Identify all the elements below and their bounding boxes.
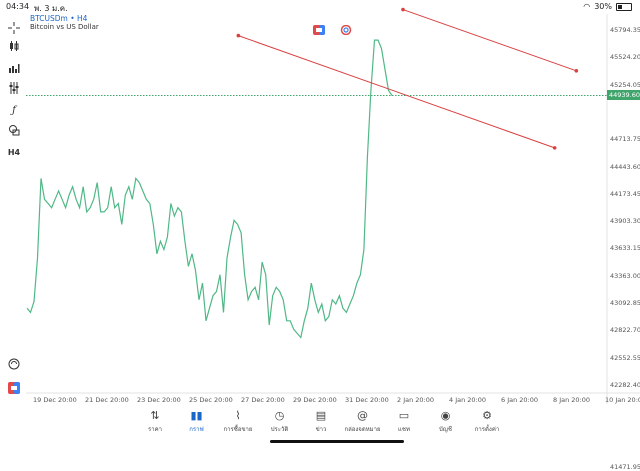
history-icon: ◷ (274, 409, 285, 422)
account-icon: ◉ (440, 409, 451, 422)
nav-mailbox[interactable]: @ กล่องจดหมาย (342, 408, 384, 434)
nav-label: บัญชี (439, 426, 452, 433)
time-tick-label: 31 Dec 20:00 (345, 396, 389, 404)
nav-label: ข่าว (315, 426, 327, 433)
current-price-label: 44939.60 (607, 90, 640, 101)
nav-quotes[interactable]: ⇅ ราคา (134, 408, 176, 434)
price-tick-label: 43363.00 (610, 271, 640, 280)
trendline[interactable] (238, 35, 555, 149)
trade-icon: ⌇ (235, 409, 241, 422)
chat-icon: ▭ (398, 409, 410, 422)
time-tick-label: 10 Jan 20:00 (605, 396, 640, 404)
trendline[interactable] (402, 9, 577, 72)
nav-label: ประวัติ (270, 426, 289, 433)
time-tick-label: 4 Jan 20:00 (449, 396, 487, 404)
trendline-anchor[interactable] (401, 7, 405, 12)
price-tick-label: 45794.35 (610, 26, 640, 34)
nav-chart[interactable]: ▮▮ กราฟ (176, 408, 218, 434)
nav-chat[interactable]: ▭ แชท (383, 408, 425, 434)
nav-account[interactable]: ◉ บัญชี (425, 408, 467, 434)
price-chart[interactable] (0, 0, 640, 447)
time-tick-label: 6 Jan 20:00 (501, 396, 539, 404)
chart-icon: ▮▮ (190, 409, 203, 422)
nav-label: การตั้งค่า (474, 426, 500, 433)
price-tick-label: 42282.40 (610, 380, 640, 389)
price-tick-label: 44443.60 (610, 162, 640, 171)
price-tick-label: 41471.95 (610, 462, 640, 471)
news-icon: ▤ (315, 409, 327, 422)
price-series-line (26, 39, 393, 339)
nav-label: แชท (398, 426, 410, 433)
nav-trade[interactable]: ⌇ การซื้อขาย (217, 408, 259, 434)
time-tick-label: 2 Jan 20:00 (397, 396, 435, 404)
trendline-anchor[interactable] (552, 146, 557, 150)
price-tick-label: 45254.05 (610, 80, 640, 89)
trendline-anchor[interactable] (236, 33, 241, 38)
time-tick-label: 19 Dec 20:00 (33, 396, 77, 404)
nav-label: กราฟ (189, 426, 204, 433)
time-axis: 19 Dec 20:00 21 Dec 20:00 23 Dec 20:00 25 D… (0, 396, 640, 406)
price-tick-label: 42822.70 (610, 326, 640, 335)
settings-icon: ⚙ (482, 409, 492, 422)
price-tick-label: 43903.30 (610, 217, 640, 226)
home-indicator (270, 440, 404, 443)
nav-label: การซื้อขาย (223, 426, 253, 433)
price-tick-label: 45524.20 (610, 53, 640, 62)
nav-history[interactable]: ◷ ประวัติ (259, 408, 301, 434)
time-tick-label: 29 Dec 20:00 (293, 396, 337, 404)
time-tick-label: 21 Dec 20:00 (85, 396, 129, 404)
price-tick-label: 44173.45 (610, 189, 640, 198)
price-tick-label: 42552.55 (610, 353, 640, 362)
time-tick-label: 27 Dec 20:00 (241, 396, 285, 404)
price-tick-label: 43092.85 (610, 299, 640, 307)
time-tick-label: 25 Dec 20:00 (189, 396, 233, 404)
quotes-icon: ⇅ (150, 409, 160, 422)
nav-label: ราคา (148, 426, 162, 433)
nav-settings[interactable]: ⚙ การตั้งค่า (466, 408, 508, 434)
nav-label: กล่องจดหมาย (344, 426, 381, 433)
nav-news[interactable]: ▤ ข่าว (300, 408, 342, 434)
price-tick-label: 44713.75 (610, 135, 640, 144)
time-tick-label: 23 Dec 20:00 (137, 396, 181, 404)
mailbox-icon: @ (357, 409, 368, 422)
time-tick-label: 8 Jan 20:00 (553, 396, 591, 404)
trendline-anchor[interactable] (574, 68, 579, 73)
price-tick-label: 43633.15 (610, 244, 640, 253)
